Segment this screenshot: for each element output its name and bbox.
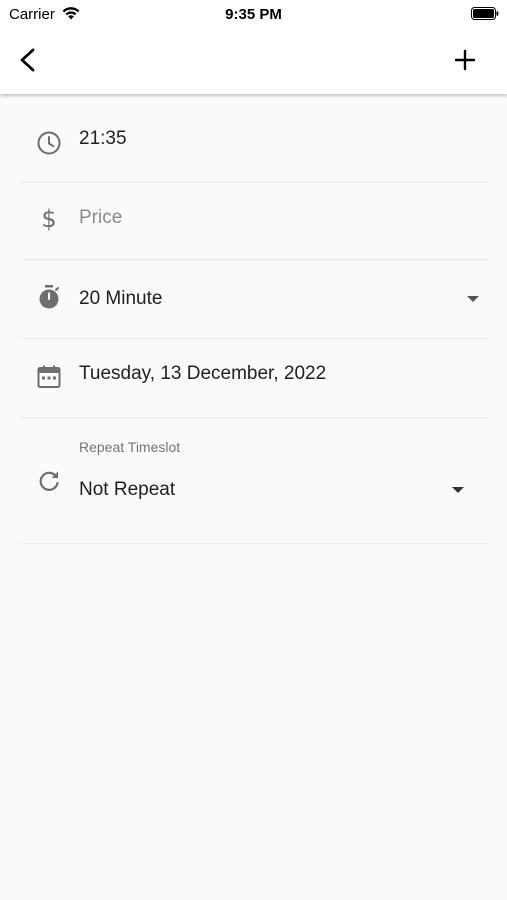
duration-dropdown[interactable]: 20 Minute: [20, 259, 488, 339]
battery-icon: [471, 7, 499, 20]
duration-value: 20 Minute: [79, 288, 163, 309]
add-plus-icon[interactable]: [448, 43, 482, 77]
status-time: 9:35 PM: [225, 6, 282, 23]
repeat-value: Not Repeat: [79, 479, 176, 500]
calendar-icon: [37, 365, 61, 388]
refresh-icon: [39, 471, 59, 491]
dollar-icon: $: [41, 205, 57, 233]
repeat-dropdown[interactable]: Repeat Timeslot Not Repeat: [20, 417, 488, 544]
price-input[interactable]: Price: [79, 207, 122, 229]
date-value: Tuesday, 13 December, 2022: [79, 363, 327, 384]
dropdown-arrow-icon: [467, 296, 479, 302]
status-bar: Carrier 9:35 PM: [0, 0, 507, 30]
dropdown-arrow-icon: [452, 487, 464, 493]
stopwatch-icon: [39, 285, 59, 309]
app-bar: [0, 30, 507, 94]
repeat-label: Repeat Timeslot: [79, 439, 181, 455]
back-chevron-icon[interactable]: [12, 44, 46, 78]
time-value: 21:35: [79, 128, 127, 149]
time-row[interactable]: 21:35: [20, 100, 488, 183]
price-field[interactable]: $ Price: [20, 182, 488, 260]
clock-icon: [37, 131, 61, 155]
date-row[interactable]: Tuesday, 13 December, 2022: [20, 338, 488, 418]
